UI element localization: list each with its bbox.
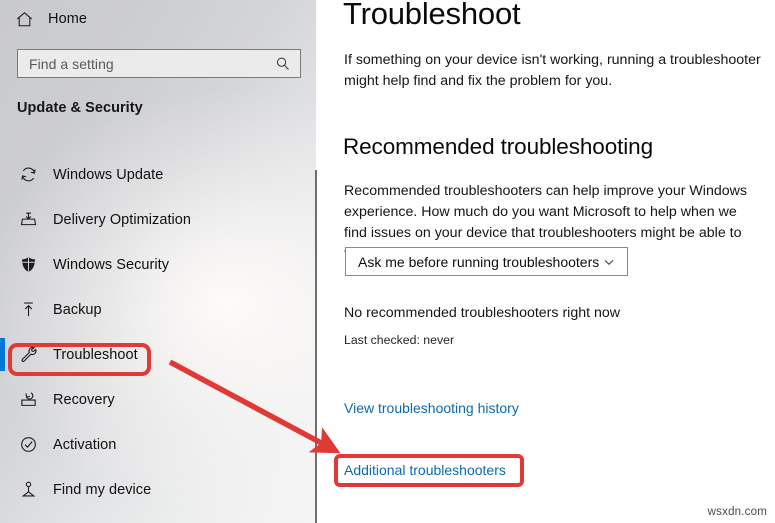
sidebar-item-troubleshoot[interactable]: Troubleshoot [0,332,316,377]
check-circle-icon [17,434,39,456]
sidebar-item-windows-update[interactable]: Windows Update [0,152,316,197]
home-icon [14,9,34,29]
section-heading-recommended-troubleshooting: Recommended troubleshooting [343,134,653,159]
settings-window: Home Find a setting Update & Security Wi… [0,0,775,523]
chevron-down-icon[interactable] [601,254,617,270]
recommended-troubleshooting-dropdown[interactable]: Ask me before running troubleshooters [345,247,628,276]
sidebar-item-backup[interactable]: Backup [0,287,316,332]
sidebar-item-label: Delivery Optimization [53,211,192,228]
delivery-upload-icon [17,209,39,231]
sidebar-item-windows-security[interactable]: Windows Security [0,242,316,287]
shield-icon [17,254,39,276]
sidebar-item-label: Backup [53,301,102,318]
sidebar-item-label: Troubleshoot [53,346,138,363]
dropdown-selected-value: Ask me before running troubleshooters [358,253,600,270]
sidebar-home-button[interactable]: Home [14,5,87,33]
sidebar-item-delivery-optimization[interactable]: Delivery Optimization [0,197,316,242]
find-device-icon [17,479,39,501]
sidebar-item-label: Find my device [53,481,152,498]
page-title: Troubleshoot [343,0,521,31]
watermark: wsxdn.com [707,506,767,518]
sidebar-nav-list: Windows Update Delivery Optimization Win… [0,152,316,512]
sidebar-item-find-my-device[interactable]: Find my device [0,467,316,512]
sidebar-item-recovery[interactable]: Recovery [0,377,316,422]
search-input[interactable]: Find a setting [17,49,301,78]
link-additional-troubleshooters[interactable]: Additional troubleshooters [344,462,506,478]
sidebar-item-label: Recovery [53,391,115,408]
sidebar: Home Find a setting Update & Security Wi… [0,0,317,523]
refresh-icon [17,164,39,186]
recovery-icon [17,389,39,411]
sidebar-home-label: Home [48,11,88,27]
sidebar-section-title: Update & Security [17,100,143,116]
intro-paragraph: If something on your device isn't workin… [344,52,761,89]
sidebar-item-label: Activation [53,436,117,453]
search-placeholder: Find a setting [29,55,114,72]
upload-arrow-icon [17,299,39,321]
link-view-troubleshooting-history[interactable]: View troubleshooting history [344,400,519,416]
sidebar-item-label: Windows Update [53,166,164,183]
sidebar-item-label: Windows Security [53,256,170,273]
sidebar-item-activation[interactable]: Activation [0,422,316,467]
status-last-checked: Last checked: never [344,333,455,347]
selected-indicator-bar [0,338,5,371]
status-no-recommended-troubleshooters: No recommended troubleshooters right now [344,305,621,321]
wrench-icon [17,344,39,366]
search-icon[interactable] [274,55,292,73]
